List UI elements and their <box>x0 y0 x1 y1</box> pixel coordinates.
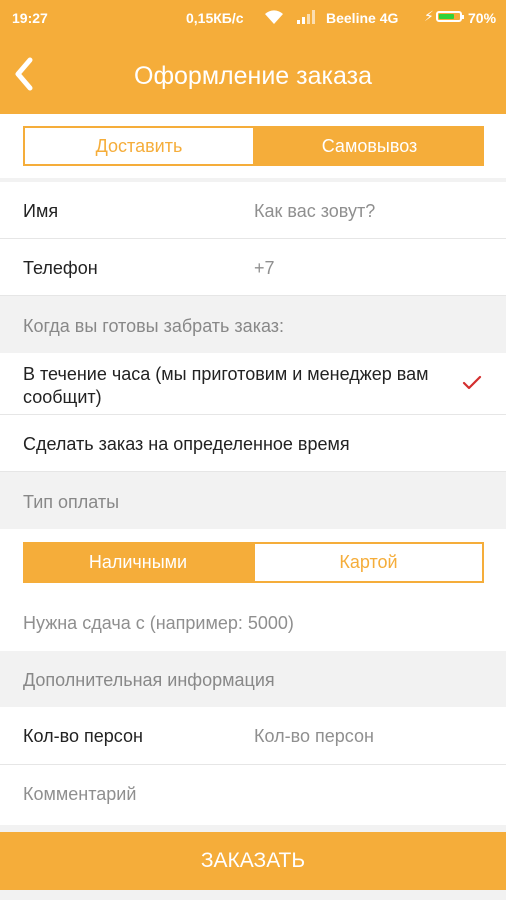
checkmark-icon <box>462 375 482 390</box>
payment-toggle-section: Наличными Картой <box>0 529 506 596</box>
phone-row[interactable]: Телефон +7 <box>0 239 506 296</box>
battery-fill <box>439 14 455 19</box>
delivery-option-pickup[interactable]: Самовывоз <box>255 126 484 166</box>
name-label: Имя <box>23 201 59 221</box>
payment-header: Тип оплаты <box>0 472 506 529</box>
status-bar: 19:27 0,15КБ/с Beeline 4G ⚡ 70% <box>0 0 506 36</box>
battery-icon <box>436 11 464 22</box>
page-title: Оформление заказа <box>134 62 372 90</box>
comment-row[interactable]: Комментарий <box>0 765 506 825</box>
status-network-speed: 0,15КБ/с <box>186 10 244 26</box>
pickup-time-header-text: Когда вы готовы забрать заказ: <box>23 316 285 336</box>
wifi-icon <box>265 10 283 24</box>
phone-label: Телефон <box>23 258 98 278</box>
pickup-option-specific-time[interactable]: Сделать заказ на определенное время <box>0 415 506 472</box>
app-bar: 19:27 0,15КБ/с Beeline 4G ⚡ 70% Оформлен… <box>0 0 506 114</box>
pickup-option-within-hour-label: В течение часа (мы приготовим и менеджер… <box>23 364 429 407</box>
comment-input[interactable]: Комментарий <box>23 784 136 805</box>
additional-info-header-text: Дополнительная информация <box>23 670 275 690</box>
persons-input[interactable]: Кол-во персон <box>254 726 374 747</box>
persons-label: Кол-во персон <box>23 726 143 746</box>
change-input[interactable]: Нужна сдача с (например: 5000) <box>23 613 294 634</box>
pickup-option-within-hour[interactable]: В течение часа (мы приготовим и менеджер… <box>0 353 506 415</box>
status-time: 19:27 <box>12 10 48 26</box>
change-row[interactable]: Нужна сдача с (например: 5000) <box>0 596 506 651</box>
name-input[interactable]: Как вас зовут? <box>254 201 375 222</box>
status-carrier: Beeline 4G <box>326 10 399 26</box>
payment-header-text: Тип оплаты <box>23 492 120 512</box>
payment-option-card[interactable]: Картой <box>253 542 484 583</box>
status-battery-percent: 70% <box>468 10 497 26</box>
phone-input[interactable]: +7 <box>254 258 275 279</box>
name-row[interactable]: Имя Как вас зовут? <box>0 182 506 239</box>
pickup-option-specific-time-label: Сделать заказ на определенное время <box>23 434 350 454</box>
signal-icon <box>297 10 315 24</box>
payment-option-cash[interactable]: Наличными <box>23 542 253 583</box>
additional-info-header: Дополнительная информация <box>0 651 506 707</box>
pickup-time-header: Когда вы готовы забрать заказ: <box>0 296 506 353</box>
delivery-option-deliver[interactable]: Доставить <box>23 126 255 166</box>
delivery-toggle-section: Доставить Самовывоз <box>0 114 506 178</box>
persons-row[interactable]: Кол-во персон Кол-во персон <box>0 707 506 765</box>
charging-icon: ⚡ <box>424 8 434 24</box>
order-button[interactable]: ЗАКАЗАТЬ <box>0 832 506 890</box>
